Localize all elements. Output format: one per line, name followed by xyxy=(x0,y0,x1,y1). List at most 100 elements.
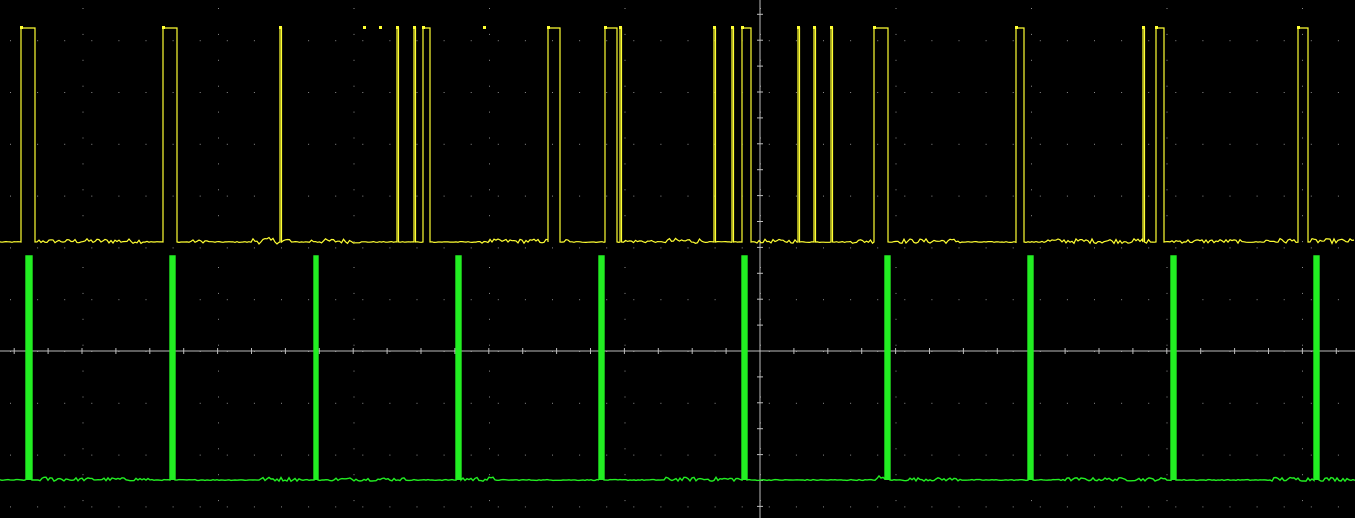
channel-1-pulse-top xyxy=(619,26,622,29)
grid-dot xyxy=(1166,500,1168,502)
grid-dot xyxy=(1066,454,1068,456)
grid-dot xyxy=(145,195,147,197)
grid-dot xyxy=(1302,8,1303,9)
channel-1-pulse-top xyxy=(413,26,416,29)
grid-dot xyxy=(904,92,906,93)
grid-dot xyxy=(416,92,418,93)
grid-dot xyxy=(1066,506,1068,508)
grid-dot xyxy=(389,195,391,197)
grid-dot xyxy=(353,59,355,61)
grid-dot xyxy=(524,92,526,93)
grid-dot xyxy=(624,396,626,398)
grid-dot xyxy=(660,195,662,197)
grid-dot xyxy=(1039,40,1041,42)
grid-dot xyxy=(895,85,897,87)
grid-dot xyxy=(1012,402,1014,404)
grid-dot xyxy=(1094,402,1095,404)
grid-dot xyxy=(1094,92,1095,93)
grid-dot xyxy=(1256,506,1258,508)
grid-dot xyxy=(850,299,852,301)
grid-dot xyxy=(218,267,219,268)
grid-dot xyxy=(489,474,490,476)
grid-dot xyxy=(931,454,933,456)
grid-dot xyxy=(497,402,499,404)
grid-dot xyxy=(579,143,581,145)
grid-dot xyxy=(624,500,626,502)
grid-dot xyxy=(1202,40,1204,42)
grid-dot xyxy=(1337,402,1339,404)
grid-dot xyxy=(850,402,852,404)
grid-dot xyxy=(633,454,635,456)
grid-dot xyxy=(497,143,499,145)
grid-dot xyxy=(1256,454,1258,456)
grid-dot xyxy=(37,92,39,93)
grid-dot xyxy=(768,40,770,42)
grid-dot xyxy=(253,454,255,456)
grid-dot xyxy=(823,402,824,404)
grid-dot xyxy=(253,506,255,508)
grid-dot xyxy=(82,33,84,35)
grid-dot xyxy=(958,454,960,456)
grid-dot xyxy=(353,189,355,191)
grid-dot xyxy=(253,402,255,404)
grid-dot xyxy=(524,40,526,42)
grid-dot xyxy=(82,474,84,476)
grid-dot xyxy=(218,370,219,372)
channel-1-pulse-top xyxy=(1142,26,1145,29)
grid-dot xyxy=(226,506,228,508)
grid-dot xyxy=(895,215,897,217)
grid-dot xyxy=(633,506,635,508)
grid-dot xyxy=(795,506,797,508)
grid-dot xyxy=(416,247,418,249)
grid-dot xyxy=(1310,402,1312,404)
grid-dot xyxy=(10,402,11,404)
grid-dot xyxy=(489,111,490,113)
grid-dot xyxy=(1031,33,1032,35)
grid-dot xyxy=(768,92,770,93)
channel-1-pulse-top xyxy=(547,26,550,29)
grid-dot xyxy=(1283,195,1285,197)
grid-dot xyxy=(218,500,219,502)
grid-dot xyxy=(606,40,608,42)
grid-dot xyxy=(416,454,418,456)
grid-dot xyxy=(895,8,897,9)
grid-dot xyxy=(489,396,490,398)
grid-dot xyxy=(1039,299,1041,301)
channel-2-pulse xyxy=(170,256,175,480)
grid-dot xyxy=(624,422,626,424)
grid-dot xyxy=(1310,506,1312,508)
grid-dot xyxy=(1283,506,1285,508)
grid-dot xyxy=(660,247,662,249)
grid-dot xyxy=(145,143,147,145)
grid-dot xyxy=(985,454,987,456)
grid-dot xyxy=(118,143,120,145)
channel-1-pulse-top xyxy=(483,26,486,29)
grid-dot xyxy=(552,299,553,301)
grid-dot xyxy=(1094,40,1095,42)
grid-dot xyxy=(1302,33,1303,35)
grid-dot xyxy=(524,506,526,508)
grid-dot xyxy=(877,92,879,93)
grid-dot xyxy=(10,454,11,456)
grid-dot xyxy=(1166,396,1168,398)
channel-1-pulse-top xyxy=(813,26,816,29)
grid-dot xyxy=(1202,454,1204,456)
grid-dot xyxy=(1012,454,1014,456)
grid-dot xyxy=(524,195,526,197)
grid-dot xyxy=(281,454,282,456)
channel-1-pulse-top xyxy=(1155,26,1158,29)
grid-dot xyxy=(985,506,987,508)
grid-dot xyxy=(524,402,526,404)
grid-dot xyxy=(1031,8,1032,9)
channel-1-pulse-top xyxy=(731,26,734,29)
grid-dot xyxy=(624,448,626,450)
grid-dot xyxy=(633,195,635,197)
grid-dot xyxy=(91,454,93,456)
grid-dot xyxy=(218,163,219,165)
grid-dot xyxy=(1039,402,1041,404)
grid-dot xyxy=(660,92,662,93)
grid-dot xyxy=(1310,195,1312,197)
grid-dot xyxy=(524,247,526,249)
grid-dot xyxy=(362,247,364,249)
grid-dot xyxy=(985,247,987,249)
